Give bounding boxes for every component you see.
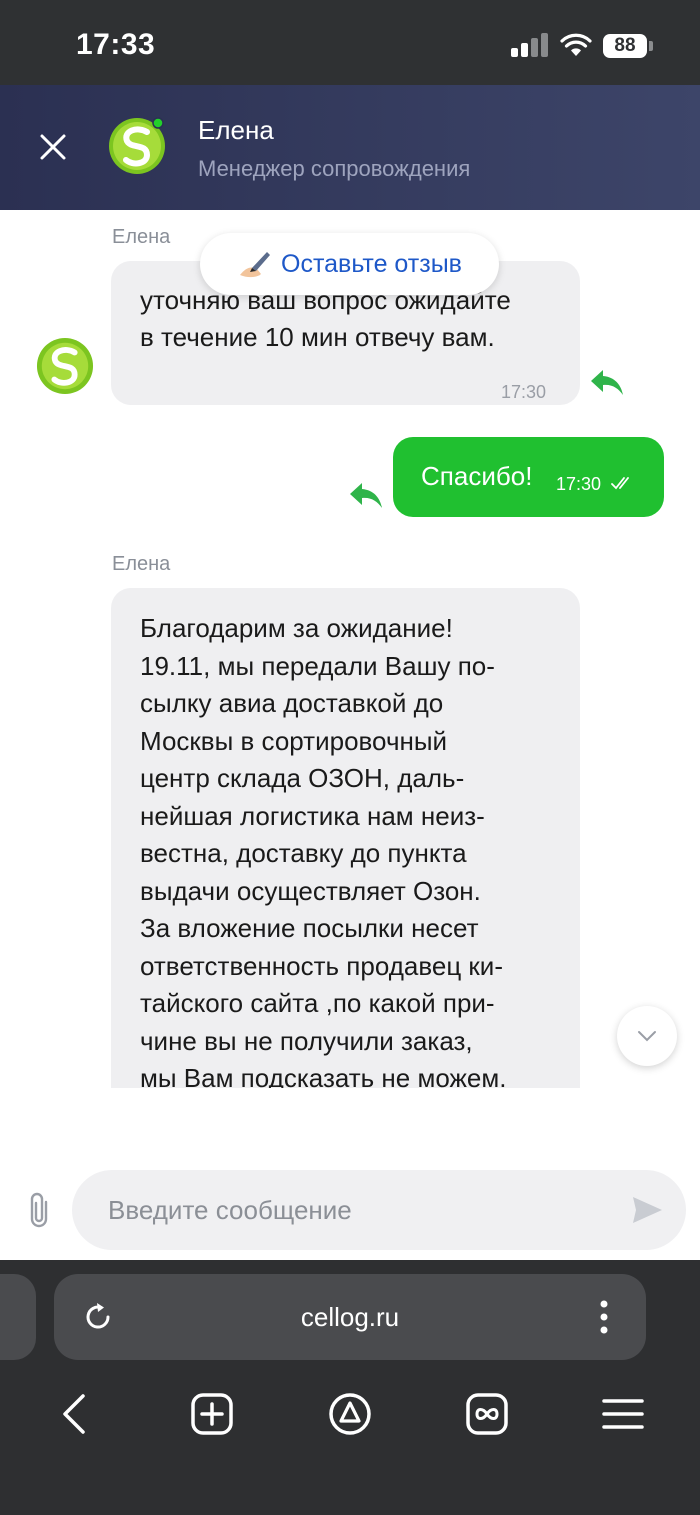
message-line: тайского сайта ,по какой при- (140, 988, 495, 1018)
incoming-message-bubble: Благодарим за ожидание! 19.11, мы переда… (111, 588, 580, 1088)
message-time: 17:30 (501, 382, 547, 402)
chat-header: Елена Менеджер сопровождения (0, 85, 700, 210)
scroll-to-bottom-button[interactable] (617, 1006, 677, 1066)
reply-arrow-icon[interactable] (589, 367, 625, 397)
battery-indicator: 88 (603, 34, 647, 58)
double-check-icon (611, 477, 629, 490)
close-icon[interactable] (36, 130, 70, 164)
agent-avatar (36, 337, 94, 395)
chat-subtitle: Менеджер сопровождения (198, 156, 471, 181)
menu-icon[interactable] (601, 1392, 645, 1436)
status-bar: 17:33 88 (0, 0, 700, 85)
address-bar[interactable]: cellog.ru (54, 1274, 646, 1360)
message-input-container (72, 1170, 686, 1250)
url-text: cellog.ru (300, 1302, 400, 1332)
message-sender: Елена (112, 226, 171, 248)
brand-logo (109, 117, 165, 174)
message-input[interactable] (108, 1170, 628, 1250)
previous-tab-stub[interactable] (0, 1274, 36, 1360)
message-line: 19.11, мы передали Вашу по- (140, 650, 495, 681)
message-line: вестна, доставку до пункта (140, 838, 467, 868)
paperclip-icon[interactable] (22, 1190, 56, 1230)
tabs-icon[interactable] (465, 1392, 509, 1436)
message-time: 17:30 (556, 474, 602, 494)
message-composer (0, 1160, 700, 1260)
more-vertical-icon[interactable] (594, 1299, 614, 1335)
message-line: выдачи осуществляет Озон. (140, 875, 481, 906)
wifi-icon (560, 33, 592, 56)
chat-title: Елена (198, 115, 274, 145)
message-text: Спасибо! (421, 461, 533, 491)
reload-icon[interactable] (82, 1301, 114, 1333)
writing-hand-icon (240, 252, 271, 278)
outgoing-message-bubble: Спасибо! 17:30 (393, 437, 664, 517)
message-line: нейшая логистика нам неиз- (140, 800, 485, 831)
message-sender: Елена (112, 553, 171, 575)
reply-arrow-icon[interactable] (348, 480, 384, 510)
browser-toolbar: cellog.ru (0, 1260, 700, 1515)
leave-review-label: Оставьте отзыв (281, 249, 462, 278)
back-icon[interactable] (54, 1392, 98, 1436)
message-line: За вложение посылки несет (140, 913, 479, 943)
message-line: мы Вам подсказать не можем. (140, 1063, 507, 1088)
send-icon[interactable] (630, 1194, 664, 1226)
status-time: 17:33 (76, 28, 156, 61)
message-line: в течение 10 мин отвечу вам. (140, 322, 495, 352)
message-line: Благодарим за ожидание! (140, 613, 453, 643)
chevron-down-icon (638, 1031, 656, 1042)
leave-review-button[interactable]: Оставьте отзыв (200, 233, 499, 295)
message-line: ответственность продавец ки- (140, 950, 503, 981)
new-tab-icon[interactable] (190, 1392, 234, 1436)
cellular-signal-icon (511, 33, 548, 57)
message-line: центр склада ОЗОН, даль- (140, 763, 465, 793)
message-line: Москвы в сортировочный (140, 725, 448, 756)
battery-tip (649, 41, 653, 51)
message-line: сылку авиа доставкой до (140, 688, 444, 718)
alice-icon[interactable] (328, 1392, 372, 1436)
message-line: чине вы не получили заказ, (140, 1025, 473, 1056)
